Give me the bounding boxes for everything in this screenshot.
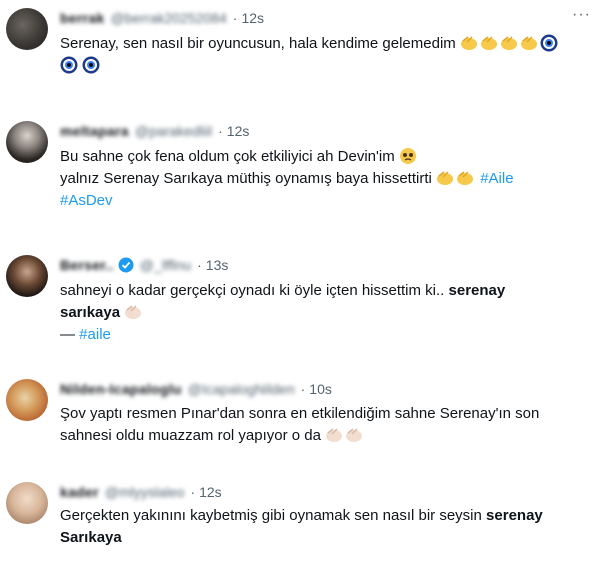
bold-mention-text: Sarıkaya xyxy=(60,529,122,546)
bold-mention-text: serenay xyxy=(448,282,506,299)
avatar[interactable] xyxy=(6,8,48,50)
user-handle[interactable]: @_lfflnu xyxy=(140,257,191,273)
hashtag-link[interactable]: #AsDev xyxy=(60,192,113,209)
tweet-text: Bu sahne çok fena oldum çok etkiliyici a… xyxy=(60,146,591,212)
separator-dot: · xyxy=(197,257,202,273)
clapping-hands-emoji-icon xyxy=(480,36,497,50)
display-name[interactable]: meltapara xyxy=(60,123,129,139)
user-handle[interactable]: @IcapalogNilden xyxy=(188,381,295,397)
separator-dot: · xyxy=(190,484,196,500)
tweet-header: Berser.. @_lfflnu · 13s xyxy=(60,255,228,275)
avatar[interactable] xyxy=(6,255,48,297)
user-handle[interactable]: @parakedliil xyxy=(135,123,212,139)
tweet-header: kader @mlyyslaleo · 12s xyxy=(60,482,222,502)
tweet-text-line: sahneyi o kadar gerçekçi oynadı ki öyle … xyxy=(60,282,445,299)
separator-dot: · xyxy=(218,123,223,139)
timestamp[interactable]: 13s xyxy=(206,257,229,273)
clapping-hands-emoji-icon xyxy=(457,171,474,185)
tweet-text-line: yalnız Serenay Sarıkaya müthiş oynamış b… xyxy=(60,170,432,187)
display-name[interactable]: Nilden-Icapaloglu xyxy=(60,381,182,397)
clapping-hands-light-emoji-icon xyxy=(326,428,343,442)
bold-mention-text: serenay xyxy=(486,507,543,524)
clapping-hands-emoji-icon xyxy=(500,36,517,50)
display-name[interactable]: berrak xyxy=(60,10,105,26)
display-name[interactable]: Berser.. xyxy=(60,257,114,273)
timestamp[interactable]: 10s xyxy=(309,381,332,397)
tweet-header: Nilden-Icapaloglu @IcapalogNilden · 10s xyxy=(60,379,332,399)
tweet-text-line: Bu sahne çok fena oldum çok etkiliyici a… xyxy=(60,148,395,165)
tweet-header: berrak @berrak20252084 · 12s xyxy=(60,8,264,28)
user-handle[interactable]: @mlyyslaleo xyxy=(105,484,185,500)
nazar-eye-emoji-icon xyxy=(60,56,78,74)
hashtag-link[interactable]: #Aile xyxy=(480,170,513,187)
clapping-hands-emoji-icon xyxy=(520,36,537,50)
timestamp[interactable]: 12s xyxy=(241,10,264,26)
em-dash: — xyxy=(60,326,75,343)
avatar[interactable] xyxy=(6,121,48,163)
timestamp[interactable]: 12s xyxy=(199,484,222,500)
clapping-hands-light-emoji-icon xyxy=(346,428,363,442)
tweet-text: Serenay, sen nasıl bir oyuncusun, hala k… xyxy=(60,33,591,77)
tweet-header: meltapara @parakedliil · 12s xyxy=(60,121,249,141)
nazar-eye-emoji-icon xyxy=(82,56,100,74)
tweet-text: sahneyi o kadar gerçekçi oynadı ki öyle … xyxy=(60,280,591,346)
timestamp[interactable]: 12s xyxy=(227,123,250,139)
bold-mention-text: sarıkaya xyxy=(60,304,121,321)
separator-dot: · xyxy=(232,10,238,26)
avatar[interactable] xyxy=(6,379,48,421)
clapping-hands-emoji-icon xyxy=(437,171,454,185)
tweet-text-line: sahnesi oldu muazzam rol yapıyor o da xyxy=(60,427,321,444)
hashtag-link[interactable]: #aile xyxy=(79,326,111,343)
verified-badge-icon xyxy=(118,257,134,273)
separator-dot: · xyxy=(300,381,306,397)
clapping-hands-emoji-icon xyxy=(460,36,477,50)
more-options-icon[interactable]: ··· xyxy=(572,6,591,24)
tweet-text-line: Serenay, sen nasıl bir oyuncusun, hala k… xyxy=(60,35,456,52)
tweet-text-line: Şov yaptı resmen Pınar'dan sonra en etki… xyxy=(60,405,540,422)
clapping-hands-light-emoji-icon xyxy=(125,305,142,319)
display-name[interactable]: kader xyxy=(60,484,99,500)
tweet-text: Gerçekten yakınını kaybetmiş gibi oynama… xyxy=(60,505,591,549)
user-handle[interactable]: @berrak20252084 xyxy=(111,10,227,26)
avatar[interactable] xyxy=(6,482,48,524)
tweet-text-line: Gerçekten yakınını kaybetmiş gibi oynama… xyxy=(60,507,482,524)
nazar-eye-emoji-icon xyxy=(540,34,558,52)
pleading-face-emoji-icon xyxy=(399,148,416,164)
tweet-text: Şov yaptı resmen Pınar'dan sonra en etki… xyxy=(60,403,591,447)
